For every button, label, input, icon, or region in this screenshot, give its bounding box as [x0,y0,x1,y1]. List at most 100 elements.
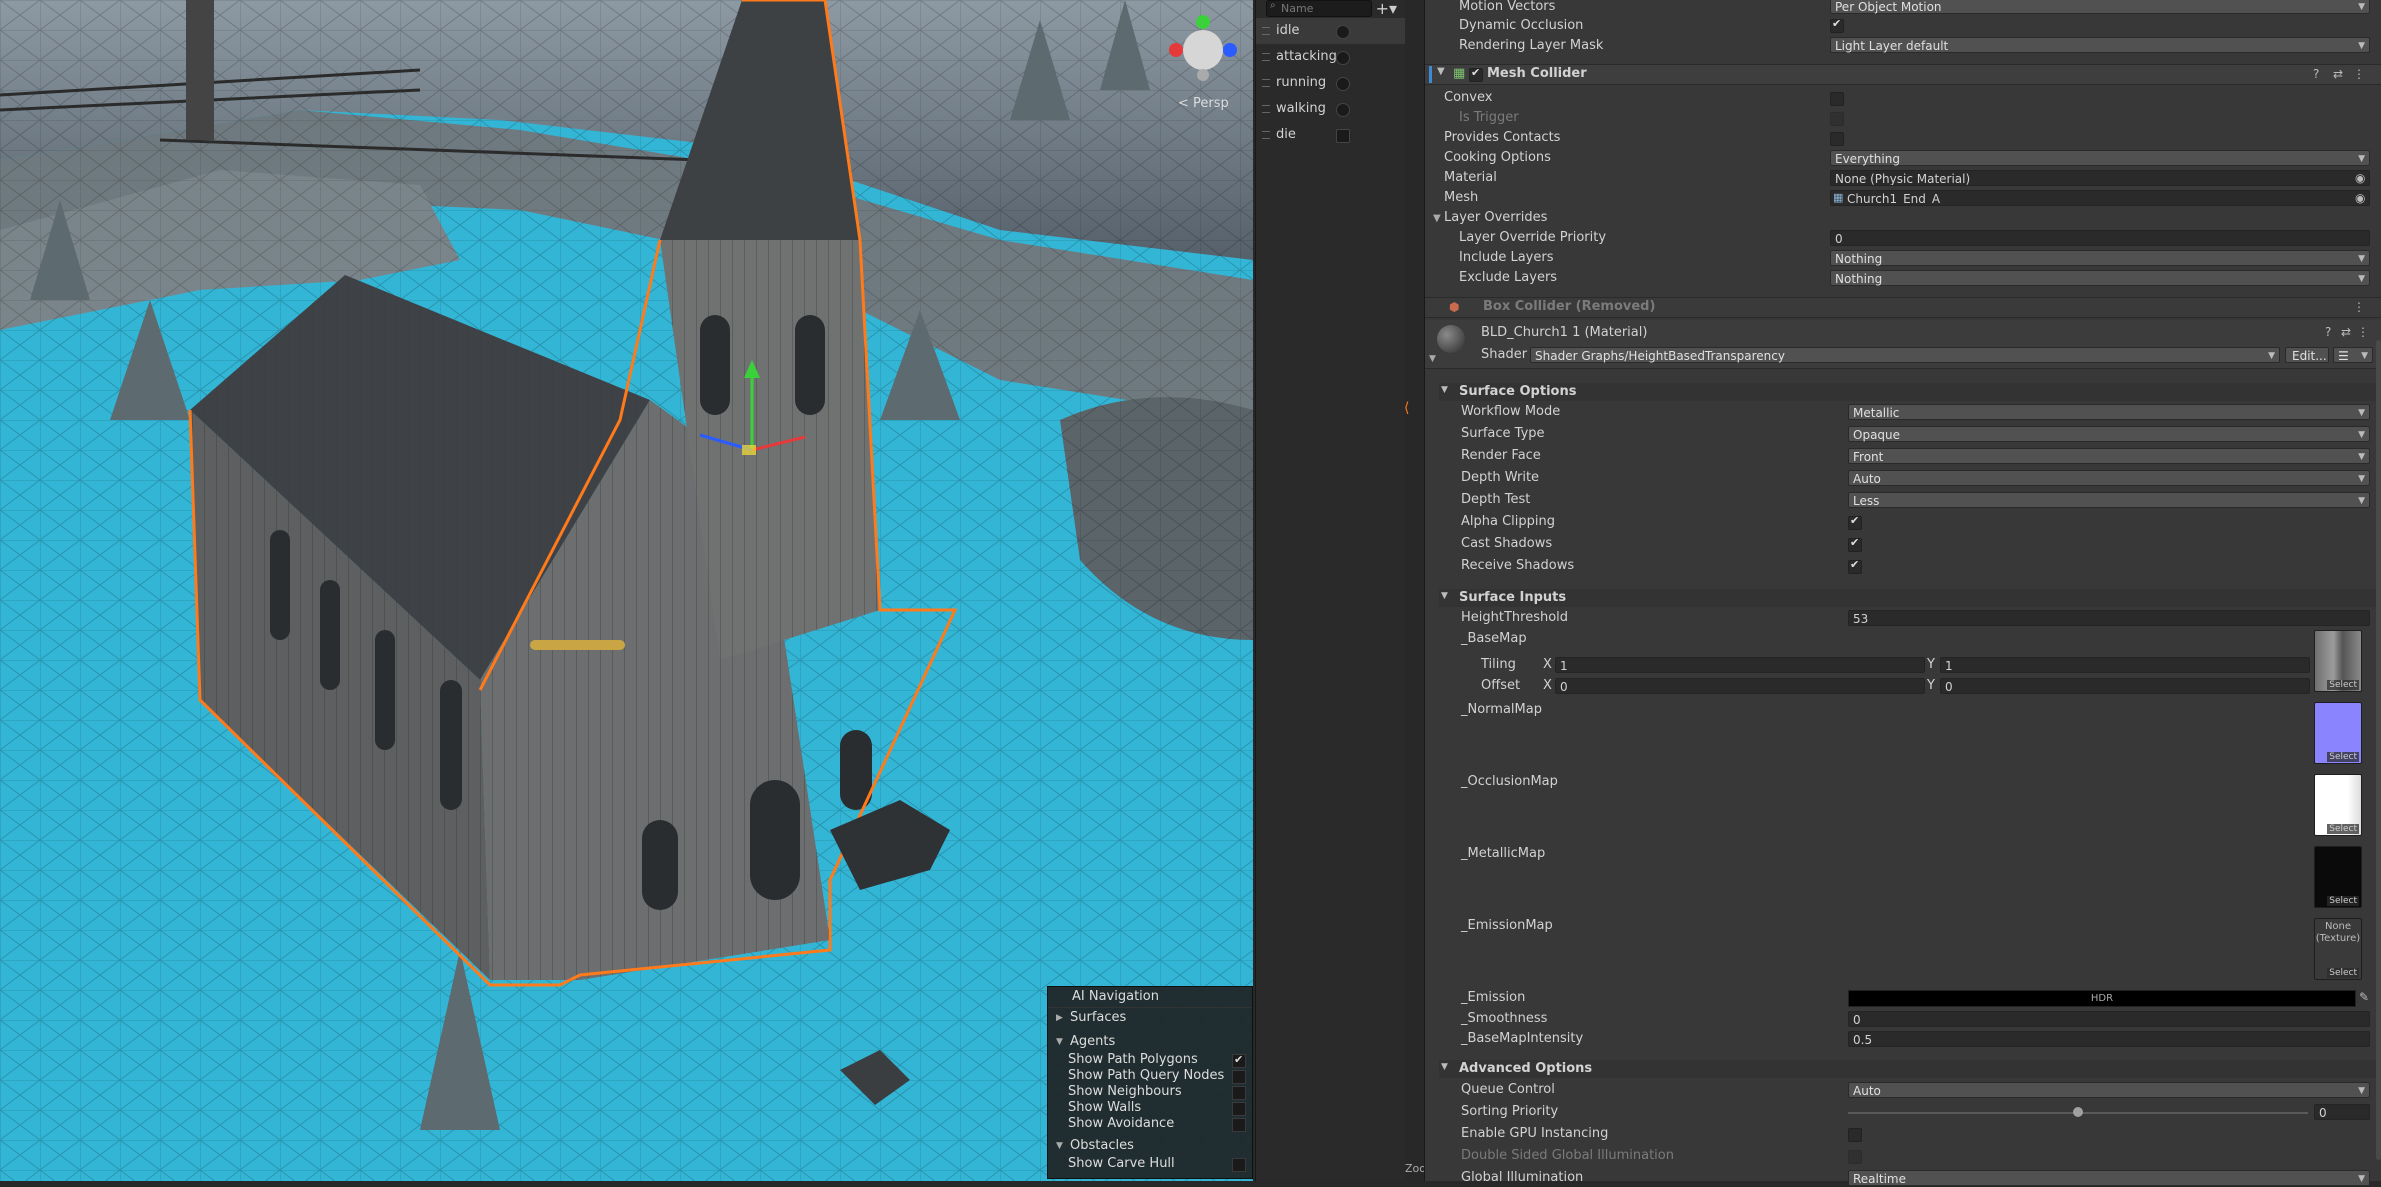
bool-toggle[interactable] [1336,51,1350,65]
provides-contacts-checkbox[interactable] [1830,132,1844,146]
global-illumination-dropdown[interactable]: Realtime ▼ [1848,1170,2370,1186]
normal-map-thumbnail[interactable]: Select [2314,702,2362,764]
ai-navigation-overlay[interactable]: AI Navigation ▶ Surfaces ▼ Agents Show P… [1047,986,1253,1179]
depth-test-dropdown[interactable]: Less ▼ [1848,492,2370,508]
plus-dropdown-icon[interactable]: +▾ [1376,0,1397,18]
mesh-collider-enabled-checkbox[interactable] [1469,66,1483,82]
trigger-toggle[interactable] [1336,129,1350,143]
height-threshold-field[interactable]: 53 [1848,610,2370,626]
offset-y-field[interactable]: 0 [1940,678,2310,694]
emission-color-field[interactable]: HDR [1848,990,2356,1007]
preset-icon[interactable]: ⇄ [2333,67,2343,81]
object-picker-icon[interactable]: ◉ [2355,191,2365,205]
physic-material-field[interactable]: None (Physic Material) [1830,170,2370,186]
surface-type-dropdown[interactable]: Opaque ▼ [1848,426,2370,442]
sorting-priority-slider[interactable] [1848,1107,2308,1117]
tiling-y-field[interactable]: 1 [1940,657,2310,673]
show-avoidance-row[interactable]: Show Avoidance [1048,1116,1252,1132]
surfaces-section[interactable]: ▶ Surfaces [1048,1008,1252,1028]
more-options-icon[interactable]: ⋮ [2357,325,2369,339]
collapse-arrow-icon[interactable]: ▼ [1433,213,1441,224]
smoothness-field[interactable]: 0 [1848,1011,2370,1027]
agents-section[interactable]: ▼ Agents [1048,1032,1252,1052]
eyedropper-icon[interactable]: ✎ [2359,990,2369,1004]
show-carve-hull-row[interactable]: Show Carve Hull [1048,1156,1252,1172]
show-path-polygons-checkbox[interactable] [1232,1052,1246,1068]
alpha-clipping-checkbox[interactable] [1848,514,1862,530]
parameter-search-input[interactable]: Name [1266,0,1372,17]
preset-icon[interactable]: ⇄ [2341,325,2351,339]
ai-navigation-title[interactable]: AI Navigation [1048,987,1252,1008]
base-map-thumbnail[interactable]: Select [2314,630,2362,692]
collapse-arrow-icon[interactable]: ▼ [1429,354,1436,364]
show-path-query-nodes-checkbox[interactable] [1232,1070,1246,1084]
drag-handle-icon[interactable] [1262,27,1270,35]
shader-edit-button[interactable]: Edit... [2285,347,2329,363]
occlusion-map-thumbnail[interactable]: Select [2314,774,2362,836]
sorting-priority-field[interactable]: 0 [2314,1104,2370,1120]
show-path-polygons-row[interactable]: Show Path Polygons [1048,1052,1252,1068]
bool-toggle[interactable] [1336,103,1350,117]
select-button[interactable]: Select [2327,824,2359,834]
select-button[interactable]: Select [2327,896,2359,906]
exclude-layers-dropdown[interactable]: Nothing ▼ [1830,270,2370,286]
drag-handle-icon[interactable] [1262,131,1270,139]
enable-gpu-instancing-checkbox[interactable] [1848,1128,1862,1142]
drag-handle-icon[interactable] [1262,53,1270,61]
scene-view[interactable]: < Persp AI Navigation ▶ Surfaces ▼ Agent… [0,0,1253,1181]
shader-menu-button[interactable]: ☰ ▼ [2333,347,2373,363]
motion-vectors-dropdown[interactable]: Per Object Motion ▼ [1830,0,2370,14]
show-neighbours-row[interactable]: Show Neighbours [1048,1084,1252,1100]
metallic-map-thumbnail[interactable]: Select [2314,846,2362,908]
offset-x-field[interactable]: 0 [1555,678,1925,694]
material-header[interactable]: ▼ BLD_Church1 1 (Material) Shader Shader… [1425,320,2381,369]
dynamic-occlusion-checkbox[interactable] [1830,17,1844,33]
layer-overrides-label[interactable]: Layer Overrides [1444,210,1547,225]
more-options-icon[interactable]: ⋮ [2353,67,2365,81]
show-carve-hull-checkbox[interactable] [1232,1158,1246,1172]
rendering-layer-mask-dropdown[interactable]: Light Layer default ▼ [1830,37,2370,53]
inspector-scrollbar[interactable] [2376,340,2381,1160]
base-map-intensity-field[interactable]: 0.5 [1848,1031,2370,1047]
layer-override-priority-field[interactable]: 0 [1830,230,2370,246]
help-icon[interactable]: ? [2325,325,2331,339]
select-button[interactable]: Select [2327,752,2359,762]
box-collider-removed-header[interactable]: ⬢ Box Collider (Removed) ⋮ [1425,297,2381,318]
mesh-collider-header[interactable]: ▼ ▦ Mesh Collider ? ⇄ ⋮ [1425,64,2381,85]
show-walls-row[interactable]: Show Walls [1048,1100,1252,1116]
tiling-x-field[interactable]: 1 [1555,657,1925,673]
mesh-field[interactable]: Church1_End_A [1830,190,2370,206]
surface-options-header[interactable]: ▼ Surface Options [1439,383,2379,401]
show-neighbours-checkbox[interactable] [1232,1086,1246,1100]
persp-label[interactable]: < Persp [1178,96,1229,111]
queue-control-dropdown[interactable]: Auto ▼ [1848,1082,2370,1098]
include-layers-dropdown[interactable]: Nothing ▼ [1830,250,2370,266]
parameter-row-attacking[interactable]: attacking [1256,44,1405,70]
bool-toggle[interactable] [1336,25,1350,39]
cast-shadows-checkbox[interactable] [1848,536,1862,552]
drag-handle-icon[interactable] [1262,105,1270,113]
parameter-row-idle[interactable]: idle [1256,18,1405,44]
convex-checkbox[interactable] [1830,92,1844,106]
drag-handle-icon[interactable] [1262,79,1270,87]
advanced-options-header[interactable]: ▼ Advanced Options [1439,1060,2379,1078]
select-button[interactable]: Select [2327,680,2359,690]
cooking-options-dropdown[interactable]: Everything ▼ [1830,150,2370,166]
receive-shadows-checkbox[interactable] [1848,558,1862,574]
show-walls-checkbox[interactable] [1232,1102,1246,1116]
bool-toggle[interactable] [1336,77,1350,91]
parameter-row-walking[interactable]: walking [1256,96,1405,122]
shader-dropdown[interactable]: Shader Graphs/HeightBasedTransparency ▼ [1530,347,2280,363]
parameter-row-running[interactable]: running [1256,70,1405,96]
show-path-query-nodes-row[interactable]: Show Path Query Nodes [1048,1068,1252,1084]
more-options-icon[interactable]: ⋮ [2353,300,2365,314]
workflow-mode-dropdown[interactable]: Metallic ▼ [1848,404,2370,420]
collapse-arrow-icon[interactable]: ▼ [1437,66,1445,77]
emission-map-thumbnail[interactable]: None (Texture) Select [2314,918,2362,980]
surface-inputs-header[interactable]: ▼ Surface Inputs [1439,589,2379,607]
slider-thumb[interactable] [2073,1107,2083,1117]
parameter-row-die[interactable]: die [1256,122,1405,148]
show-avoidance-checkbox[interactable] [1232,1118,1246,1132]
obstacles-section[interactable]: ▼ Obstacles [1048,1136,1252,1156]
render-face-dropdown[interactable]: Front ▼ [1848,448,2370,464]
